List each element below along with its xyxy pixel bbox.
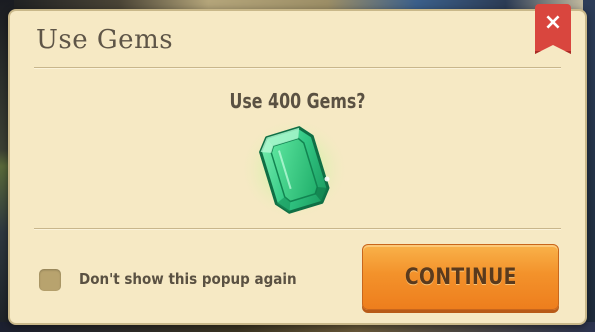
continue-button-label: CONTINUE	[404, 264, 517, 290]
footer-divider	[34, 228, 561, 229]
continue-button[interactable]: CONTINUE	[362, 244, 559, 310]
confirm-question: Use 400 Gems?	[229, 89, 366, 113]
use-gems-popup: Use Gems × Use 400 Gems? Don't show this…	[8, 4, 587, 325]
dont-show-again-checkbox[interactable]	[39, 269, 61, 291]
close-button[interactable]: ×	[535, 4, 571, 54]
dont-show-again-label: Don't show this popup again	[79, 270, 297, 288]
gem-icon	[239, 117, 349, 221]
close-icon: ×	[543, 10, 563, 35]
popup-title: Use Gems	[36, 25, 174, 55]
title-divider	[34, 67, 561, 68]
